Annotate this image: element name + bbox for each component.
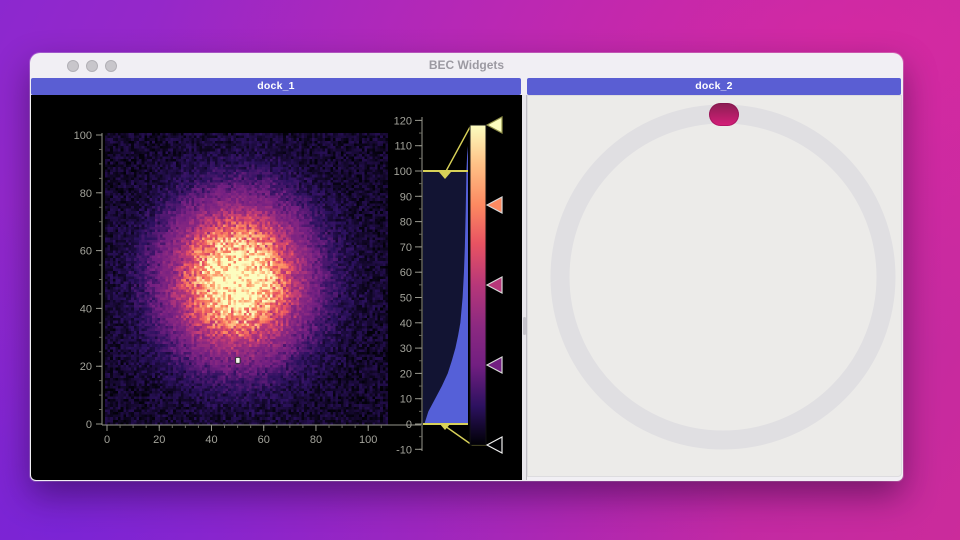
plot-axes-and-histogram-lut[interactable]: 0204060801000204060801001201101009080706… xyxy=(31,95,522,480)
lut-tick-label: 90 xyxy=(400,191,412,203)
window-titlebar[interactable]: BEC Widgets xyxy=(30,53,903,78)
dock2-title: dock_2 xyxy=(695,80,732,92)
lut-tick-label: 80 xyxy=(400,217,412,229)
ring-progress-widget xyxy=(528,96,901,476)
dock1-header[interactable]: dock_1 xyxy=(31,78,521,95)
x-tick-label: 60 xyxy=(258,434,270,446)
x-tick-label: 100 xyxy=(359,434,377,446)
x-tick-label: 0 xyxy=(104,434,110,446)
desktop-background: BEC Widgets dock_1 dock_2 02040608010002… xyxy=(0,0,960,540)
lut-tick-label: 10 xyxy=(400,394,412,406)
ring-progress-indicator xyxy=(709,103,739,126)
y-tick-label: 40 xyxy=(80,303,92,315)
gradient-tick-handle[interactable] xyxy=(487,197,502,213)
y-tick-label: 60 xyxy=(80,246,92,258)
lut-tick-label: 120 xyxy=(394,115,412,127)
dock2-header[interactable]: dock_2 xyxy=(527,78,901,95)
y-tick-label: 100 xyxy=(74,130,92,142)
splitter-grip-icon xyxy=(523,317,526,335)
crosshair-dot xyxy=(236,357,241,363)
y-tick-label: 80 xyxy=(80,188,92,200)
window-title: BEC Widgets xyxy=(30,53,903,78)
lut-tick-label: 40 xyxy=(400,318,412,330)
x-tick-label: 40 xyxy=(205,434,217,446)
x-tick-label: 20 xyxy=(153,434,165,446)
gradient-tick-handle[interactable] xyxy=(487,357,502,373)
lut-tick-label: 30 xyxy=(400,343,412,355)
dock1-plot-panel: 0204060801000204060801001201101009080706… xyxy=(31,95,522,480)
level-connector-high xyxy=(445,127,470,173)
lut-tick-label: 20 xyxy=(400,368,412,380)
gradient-tick-handle[interactable] xyxy=(487,437,502,453)
dock2-panel xyxy=(527,95,902,477)
app-window: BEC Widgets dock_1 dock_2 02040608010002… xyxy=(30,53,903,481)
gradient-tick-handle[interactable] xyxy=(487,277,502,293)
y-tick-label: 20 xyxy=(80,361,92,373)
x-tick-label: 80 xyxy=(310,434,322,446)
lut-tick-label: 50 xyxy=(400,293,412,305)
gradient-tick-handle[interactable] xyxy=(487,117,502,133)
lut-tick-label: 60 xyxy=(400,267,412,279)
gradient-colorbar[interactable] xyxy=(470,125,486,445)
ring-track xyxy=(560,114,886,440)
lut-tick-label: 70 xyxy=(400,242,412,254)
lut-tick-label: -10 xyxy=(396,444,412,456)
y-tick-label: 0 xyxy=(86,419,92,431)
dock1-title: dock_1 xyxy=(257,80,294,92)
lut-tick-label: 0 xyxy=(406,419,412,431)
lut-tick-label: 100 xyxy=(394,166,412,178)
lut-tick-label: 110 xyxy=(394,141,412,153)
